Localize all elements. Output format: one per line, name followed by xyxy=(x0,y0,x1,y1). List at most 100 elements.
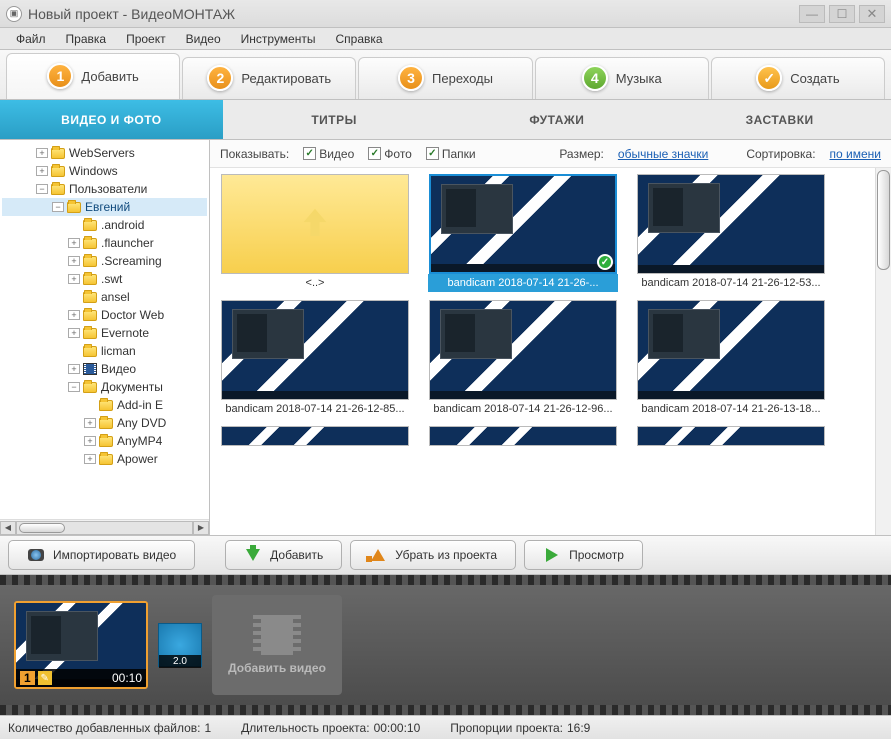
subtab-footage[interactable]: ФУТАЖИ xyxy=(446,100,669,139)
folder-icon xyxy=(51,166,65,177)
step-add[interactable]: 1 Добавить xyxy=(6,53,180,99)
expand-icon[interactable]: + xyxy=(36,166,48,176)
expand-icon[interactable]: + xyxy=(68,310,80,320)
edit-clip-icon[interactable]: ✎ xyxy=(38,671,52,685)
thumb-label: bandicam 2018-07-14 21-26-12-96... xyxy=(428,400,618,418)
tree-node-anymp4[interactable]: +AnyMP4 xyxy=(2,432,207,450)
tree-node-windows[interactable]: +Windows xyxy=(2,162,207,180)
step-create[interactable]: ✓ Создать xyxy=(711,57,885,99)
import-video-button[interactable]: Импортировать видео xyxy=(8,540,195,570)
size-link[interactable]: обычные значки xyxy=(618,147,708,161)
step-transitions[interactable]: 3 Переходы xyxy=(358,57,532,99)
folder-icon xyxy=(99,400,113,411)
status-bar: Количество добавленных файлов: 1 Длитель… xyxy=(0,715,891,739)
timeline-clip-1[interactable]: 1 ✎ 00:10 xyxy=(14,601,148,689)
menu-file[interactable]: Файл xyxy=(6,29,56,49)
video-thumb-icon xyxy=(637,300,825,400)
tree-node-screaming[interactable]: +.Screaming xyxy=(2,252,207,270)
expand-icon[interactable]: + xyxy=(36,148,48,158)
tree-node-addine[interactable]: Add-in E xyxy=(2,396,207,414)
remove-button[interactable]: Убрать из проекта xyxy=(350,540,516,570)
scroll-track[interactable] xyxy=(16,521,193,535)
expand-icon[interactable]: + xyxy=(84,454,96,464)
expand-icon[interactable]: + xyxy=(68,238,80,248)
collapse-icon[interactable]: − xyxy=(68,382,80,392)
menu-project[interactable]: Проект xyxy=(116,29,176,49)
thumb-file-3[interactable]: bandicam 2018-07-14 21-26-12-85... xyxy=(220,300,410,418)
subtab-video-photo[interactable]: ВИДЕО И ФОТО xyxy=(0,100,223,139)
expand-icon[interactable]: + xyxy=(68,256,80,266)
thumb-parent-folder[interactable]: <..> xyxy=(220,174,410,292)
film-strip-decoration xyxy=(0,705,891,715)
preview-button[interactable]: Просмотр xyxy=(524,540,643,570)
tree-node-doctorweb[interactable]: +Doctor Web xyxy=(2,306,207,324)
subtab-intros[interactable]: ЗАСТАВКИ xyxy=(668,100,891,139)
step-edit[interactable]: 2 Редактировать xyxy=(182,57,356,99)
thumb-file-6[interactable] xyxy=(220,426,410,446)
expand-icon[interactable]: + xyxy=(84,418,96,428)
folder-icon xyxy=(83,310,97,321)
thumb-file-2[interactable]: bandicam 2018-07-14 21-26-12-53... xyxy=(636,174,826,292)
tree-node-ansel[interactable]: ansel xyxy=(2,288,207,306)
expand-icon[interactable]: + xyxy=(68,364,80,374)
folder-icon xyxy=(67,202,81,213)
menu-video[interactable]: Видео xyxy=(176,29,231,49)
filter-photo[interactable]: ✓Фото xyxy=(368,147,412,161)
tree-node-flauncher[interactable]: +.flauncher xyxy=(2,234,207,252)
subtab-titles[interactable]: ТИТРЫ xyxy=(223,100,446,139)
scroll-right-icon[interactable]: ▶ xyxy=(193,521,209,535)
folder-icon xyxy=(99,436,113,447)
menu-edit[interactable]: Правка xyxy=(56,29,117,49)
menu-help[interactable]: Справка xyxy=(325,29,392,49)
menu-tools[interactable]: Инструменты xyxy=(231,29,326,49)
tree-node-swt[interactable]: +.swt xyxy=(2,270,207,288)
tree-node-documents[interactable]: −Документы xyxy=(2,378,207,396)
tree-node-users[interactable]: −Пользователи xyxy=(2,180,207,198)
step-music[interactable]: 4 Музыка xyxy=(535,57,709,99)
add-button[interactable]: Добавить xyxy=(225,540,342,570)
expand-icon[interactable]: + xyxy=(68,274,80,284)
tree-h-scrollbar[interactable]: ◀ ▶ xyxy=(0,519,209,535)
menu-bar: Файл Правка Проект Видео Инструменты Спр… xyxy=(0,28,891,50)
expand-icon[interactable]: + xyxy=(68,328,80,338)
minimize-button[interactable]: — xyxy=(799,5,825,23)
tree-node-video[interactable]: +Видео xyxy=(2,360,207,378)
maximize-button[interactable]: ☐ xyxy=(829,5,855,23)
scroll-left-icon[interactable]: ◀ xyxy=(0,521,16,535)
window-title: Новый проект - ВидеоМОНТАЖ xyxy=(28,6,799,22)
close-button[interactable]: ✕ xyxy=(859,5,885,23)
film-reel-icon xyxy=(253,615,301,655)
tree-node-anydvd[interactable]: +Any DVD xyxy=(2,414,207,432)
filter-video[interactable]: ✓Видео xyxy=(303,147,354,161)
folder-icon xyxy=(99,418,113,429)
timeline[interactable]: 1 ✎ 00:10 2.0 Добавить видео xyxy=(0,575,891,715)
tree-node-webservers[interactable]: +WebServers xyxy=(2,144,207,162)
folder-tree[interactable]: +WebServers +Windows −Пользователи −Евге… xyxy=(0,140,209,519)
expand-icon[interactable]: + xyxy=(84,436,96,446)
tree-node-apower[interactable]: +Apower xyxy=(2,450,207,468)
step-5-label: Создать xyxy=(790,71,839,86)
filter-folders[interactable]: ✓Папки xyxy=(426,147,476,161)
scroll-thumb[interactable] xyxy=(19,523,65,533)
folder-up-icon xyxy=(221,174,409,274)
transition-slot[interactable]: 2.0 xyxy=(158,623,202,667)
collapse-icon[interactable]: − xyxy=(36,184,48,194)
folder-icon xyxy=(51,148,65,159)
sort-link[interactable]: по имени xyxy=(830,147,881,161)
tree-node-android[interactable]: .android xyxy=(2,216,207,234)
camera-icon xyxy=(27,546,45,564)
thumb-file-4[interactable]: bandicam 2018-07-14 21-26-12-96... xyxy=(428,300,618,418)
scroll-thumb[interactable] xyxy=(877,170,890,270)
film-strip-decoration xyxy=(0,575,891,585)
status-duration-value: 00:00:10 xyxy=(374,721,421,735)
collapse-icon[interactable]: − xyxy=(52,202,64,212)
browser-v-scrollbar[interactable] xyxy=(875,168,891,535)
thumb-file-1[interactable]: ✓ bandicam 2018-07-14 21-26-... xyxy=(428,174,618,292)
thumb-file-8[interactable] xyxy=(636,426,826,446)
tree-node-evernote[interactable]: +Evernote xyxy=(2,324,207,342)
add-video-slot[interactable]: Добавить видео xyxy=(212,595,342,695)
thumb-file-5[interactable]: bandicam 2018-07-14 21-26-13-18... xyxy=(636,300,826,418)
thumb-file-7[interactable] xyxy=(428,426,618,446)
tree-node-evgeniy[interactable]: −Евгений xyxy=(2,198,207,216)
tree-node-licman[interactable]: licman xyxy=(2,342,207,360)
